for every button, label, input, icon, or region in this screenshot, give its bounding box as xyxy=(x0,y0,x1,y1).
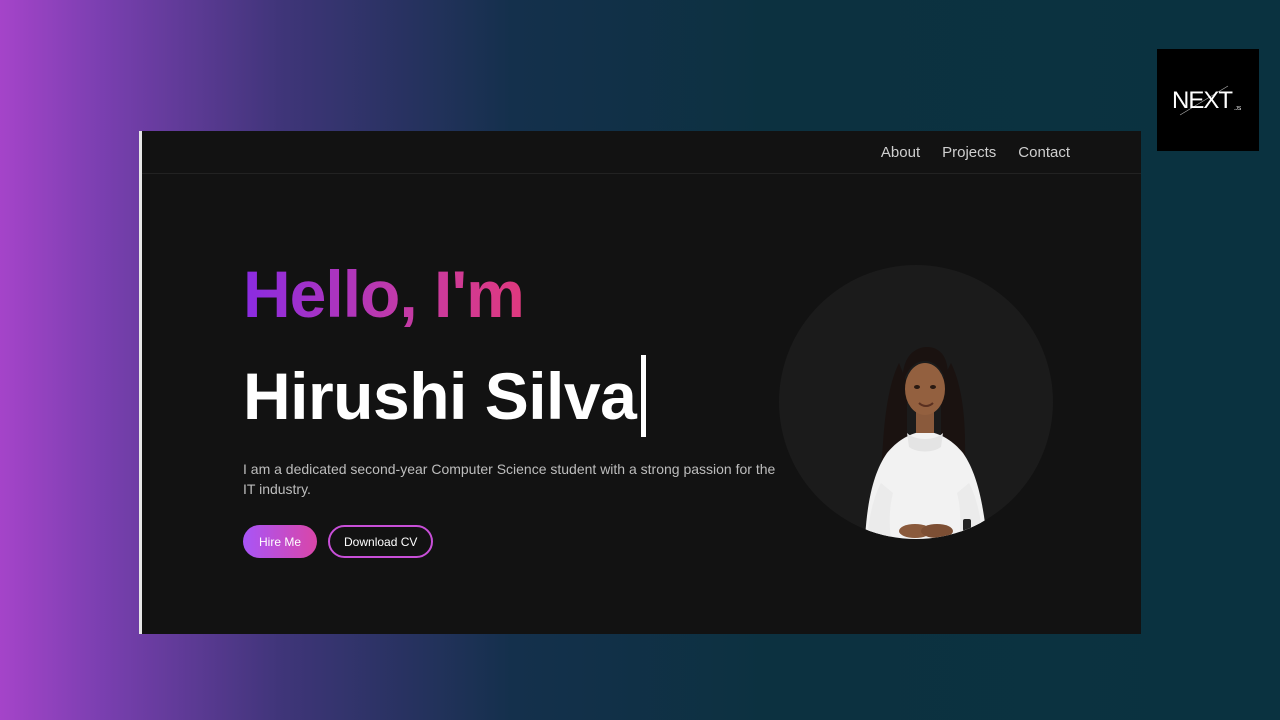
svg-text:.JS: .JS xyxy=(1234,106,1242,112)
hero-name-row: Hirushi Silva xyxy=(243,355,803,437)
nav-link-projects[interactable]: Projects xyxy=(942,144,996,161)
hero-greeting: Hello, I'm xyxy=(243,257,525,331)
download-cv-button[interactable]: Download CV xyxy=(328,525,434,558)
nav-link-about[interactable]: About xyxy=(881,144,920,161)
nextjs-logo-badge: NEXT .JS xyxy=(1157,49,1259,151)
hero-intro: I am a dedicated second-year Computer Sc… xyxy=(243,461,776,497)
profile-photo xyxy=(865,347,987,539)
hero-actions: Hire Me Download CV xyxy=(243,525,803,558)
nextjs-logo-icon: NEXT .JS xyxy=(1172,85,1242,116)
hero-name: Hirushi Silva xyxy=(243,359,637,433)
nav-link-contact[interactable]: Contact xyxy=(1018,144,1070,161)
profile-image-frame xyxy=(779,265,1053,539)
text-cursor-icon xyxy=(641,355,647,437)
svg-text:NEXT: NEXT xyxy=(1172,87,1233,114)
navbar: About Projects Contact xyxy=(142,131,1141,174)
hire-me-button[interactable]: Hire Me xyxy=(243,525,318,558)
hero-section: Hello, I'm Hirushi Silva I am a dedicate… xyxy=(243,261,803,558)
portfolio-window: About Projects Contact Hello, I'm Hirush… xyxy=(139,131,1141,634)
